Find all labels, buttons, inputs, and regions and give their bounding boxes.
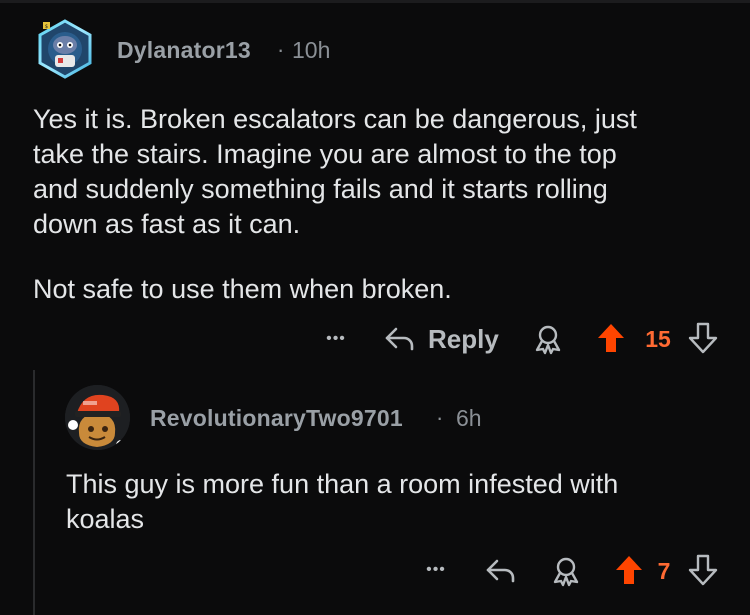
comment-body: This guy is more fun than a room infeste… [66, 467, 618, 537]
timestamp: 6h [456, 405, 482, 431]
award-icon [535, 325, 561, 355]
body-line: Yes it is. Broken escalators can be dang… [33, 104, 637, 134]
upvote-arrow-icon [616, 556, 642, 584]
award-button[interactable] [548, 553, 584, 589]
award-button[interactable] [530, 321, 566, 357]
body-line: down as fast as it can. [33, 209, 301, 239]
hex-avatar-icon: $ [38, 19, 92, 79]
more-options-icon: ••• [326, 330, 346, 347]
reply-button[interactable] [484, 553, 518, 589]
timestamp: 10h [292, 37, 331, 63]
vote-score: 15 [645, 325, 671, 352]
top-divider [0, 0, 750, 3]
upvote-button[interactable] [612, 552, 646, 588]
snoo-avatar-icon [65, 385, 130, 450]
username[interactable]: RevolutionaryTwo9701 [150, 405, 403, 432]
more-options-button[interactable]: ••• [318, 322, 354, 356]
reply-button[interactable]: Reply [384, 321, 500, 357]
username[interactable]: Dylanator13 [117, 37, 251, 64]
avatar[interactable]: $ [35, 18, 95, 80]
body-line: take the stairs. Imagine you are almost … [33, 139, 617, 169]
separator-dot: · [277, 37, 285, 62]
reply-arrow-icon [385, 327, 414, 351]
downvote-arrow-icon [688, 554, 718, 586]
award-icon [553, 557, 579, 587]
comment-body: Yes it is. Broken escalators can be dang… [33, 102, 637, 242]
upvote-arrow-icon [598, 324, 624, 352]
more-options-button[interactable]: ••• [418, 553, 454, 587]
thread-line[interactable] [33, 370, 35, 615]
separator-dot: · [436, 405, 444, 430]
body-line: and suddenly something fails and it star… [33, 174, 608, 204]
downvote-button[interactable] [686, 552, 720, 588]
svg-text:$: $ [45, 24, 48, 30]
downvote-button[interactable] [686, 320, 720, 356]
more-options-icon: ••• [426, 561, 446, 578]
body-line: koalas [66, 504, 145, 534]
vote-score: 7 [657, 557, 671, 584]
reply-label: Reply [428, 323, 499, 354]
avatar[interactable] [65, 385, 130, 450]
upvote-button[interactable] [594, 320, 628, 356]
body-line: This guy is more fun than a room infeste… [66, 469, 619, 499]
downvote-arrow-icon [688, 322, 718, 354]
comment-body-paragraph: Not safe to use them when broken. [33, 274, 452, 304]
reply-arrow-icon [486, 559, 515, 583]
